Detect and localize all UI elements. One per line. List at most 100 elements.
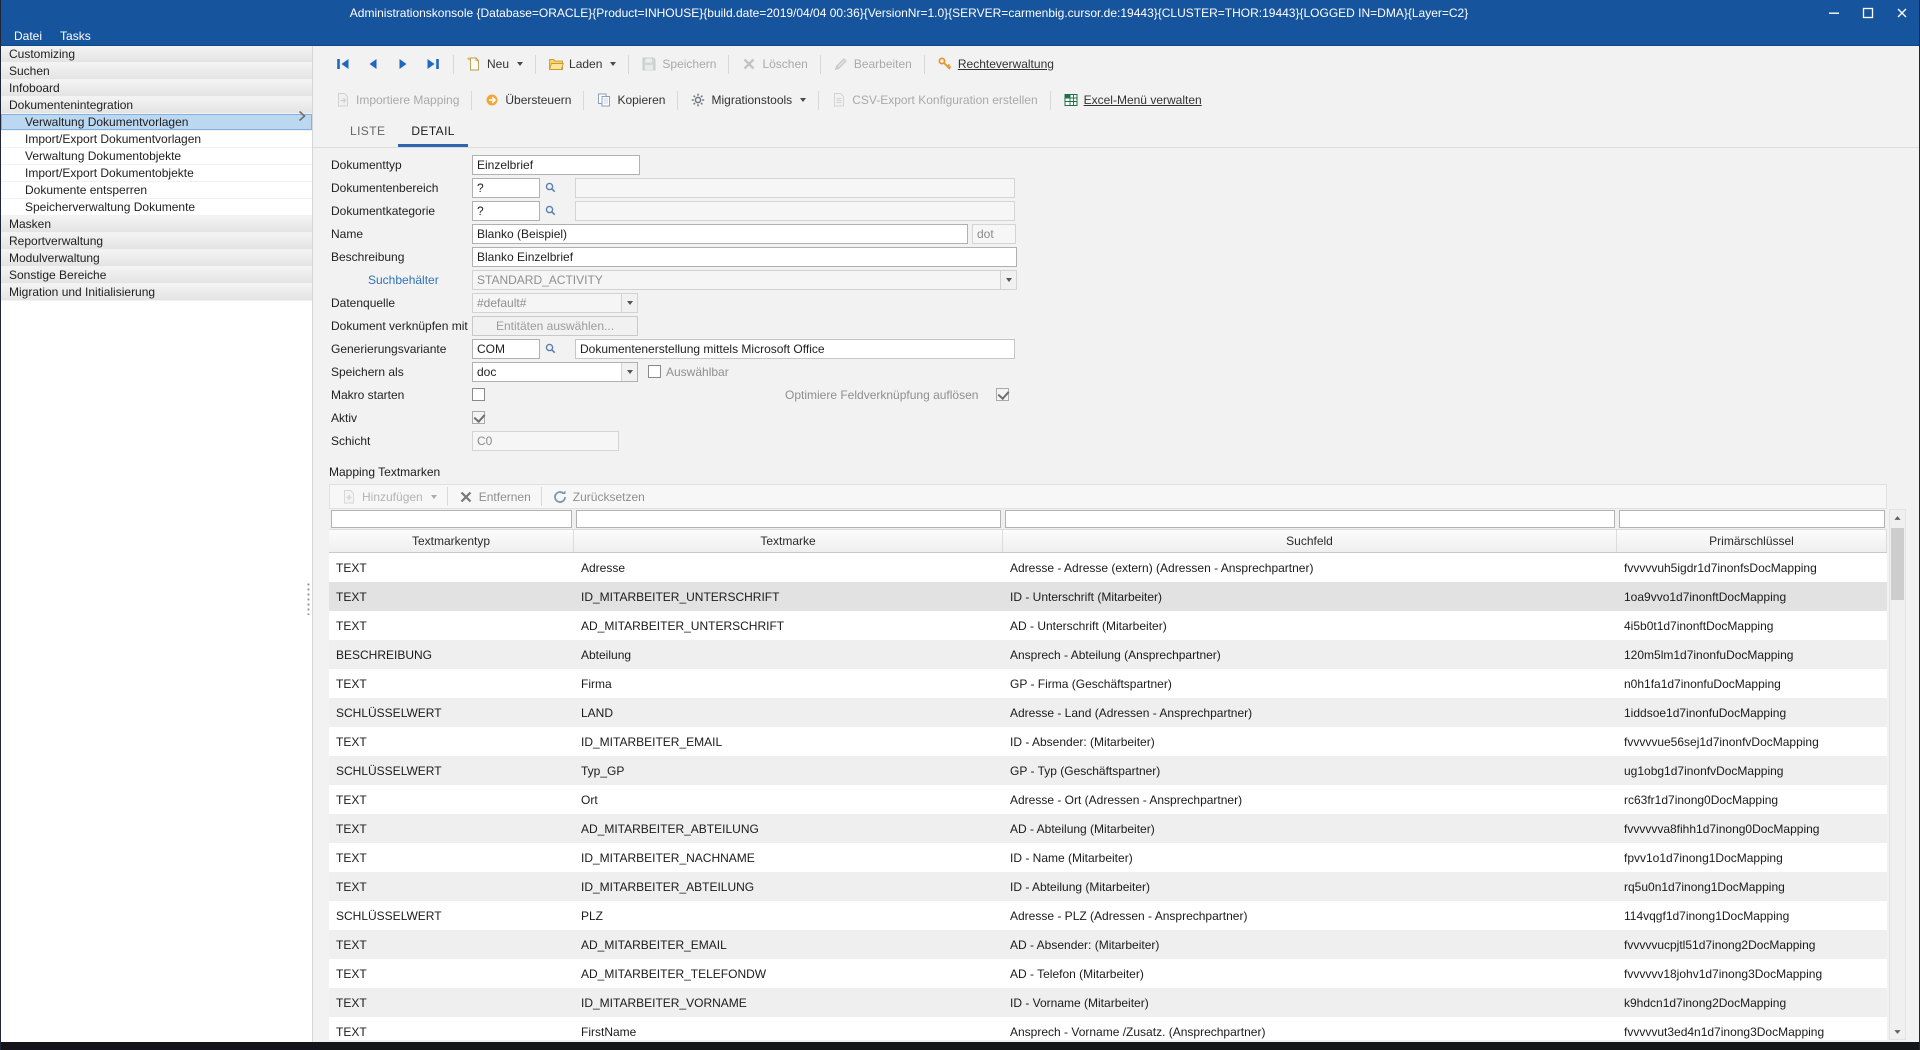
dokumenttyp-input[interactable] xyxy=(472,155,640,175)
sidebar-item-modulverwaltung[interactable]: Modulverwaltung xyxy=(1,250,312,267)
table-row[interactable]: TEXTOrtAdresse - Ort (Adressen - Ansprec… xyxy=(329,785,1887,814)
datenquelle-select[interactable]: #default# xyxy=(472,293,638,313)
scroll-down-button[interactable] xyxy=(1890,1023,1905,1039)
sidebar-item-label: Dokumentenintegration xyxy=(9,98,133,112)
cell-primaerschluessel: fvvvvvue56sej1d7inonfvDocMapping xyxy=(1617,735,1887,749)
chevron-right-icon[interactable] xyxy=(294,108,310,124)
filter-input-textmarke[interactable] xyxy=(576,510,1001,528)
table-row[interactable]: TEXTAdresseAdresse - Adresse (extern) (A… xyxy=(329,553,1887,582)
scroll-up-button[interactable] xyxy=(1890,510,1905,526)
table-row[interactable]: TEXTAD_MITARBEITER_UNTERSCHRIFTAD - Unte… xyxy=(329,611,1887,640)
speichern-als-select[interactable]: doc xyxy=(472,362,638,382)
table-row[interactable]: TEXTAD_MITARBEITER_EMAILAD - Absender: (… xyxy=(329,930,1887,959)
table-row[interactable]: SCHLÜSSELWERTPLZAdresse - PLZ (Adressen … xyxy=(329,901,1887,930)
table-row[interactable]: SCHLÜSSELWERTLANDAdresse - Land (Adresse… xyxy=(329,698,1887,727)
makro-starten-checkbox[interactable] xyxy=(472,388,485,401)
tab-detail[interactable]: DETAIL xyxy=(398,118,468,147)
nav-first-button[interactable] xyxy=(329,53,357,75)
neu-button[interactable]: Neu xyxy=(460,53,529,75)
importiere-mapping-button[interactable]: Importiere Mapping xyxy=(329,89,465,111)
table-row[interactable]: TEXTAD_MITARBEITER_TELEFONDWAD - Telefon… xyxy=(329,959,1887,988)
entitaeten-auswaehlen-button[interactable]: Entitäten auswählen... xyxy=(472,316,638,336)
sidebar-item-customizing[interactable]: Customizing xyxy=(1,46,312,63)
sidebar-item-reportverwaltung[interactable]: Reportverwaltung xyxy=(1,233,312,250)
sidebar-item-sonstige-bereiche[interactable]: Sonstige Bereiche xyxy=(1,267,312,284)
sidebar-item-dokumentenintegration[interactable]: Dokumentenintegration xyxy=(1,97,312,114)
schicht-input[interactable] xyxy=(472,431,619,451)
column-header-primaerschluessel[interactable]: Primärschlüssel xyxy=(1617,530,1887,552)
nav-last-button[interactable] xyxy=(419,53,447,75)
sidebar-item-import-export-dokumentvorlagen[interactable]: Import/Export Dokumentvorlagen xyxy=(1,131,312,148)
dokumentkategorie-lookup-button[interactable] xyxy=(542,202,559,220)
table-row[interactable]: TEXTID_MITARBEITER_VORNAMEID - Vorname (… xyxy=(329,988,1887,1017)
sidebar-item-infoboard[interactable]: Infoboard xyxy=(1,80,312,97)
scrollbar-track[interactable] xyxy=(1890,600,1905,1023)
sidebar-item-migration-und-initialisierung[interactable]: Migration und Initialisierung xyxy=(1,284,312,301)
maximize-button[interactable] xyxy=(1851,0,1885,26)
sidebar-item-verwaltung-dokumentobjekte[interactable]: Verwaltung Dokumentobjekte xyxy=(1,148,312,165)
dokumentkategorie-value-input[interactable] xyxy=(575,201,1015,221)
tab-liste[interactable]: LISTE xyxy=(337,118,398,147)
aktiv-checkbox[interactable] xyxy=(472,411,485,424)
cell-primaerschluessel: fvvvvvv18johv1d7inong3DocMapping xyxy=(1617,967,1887,981)
sidebar-item-import-export-dokumentobjekte[interactable]: Import/Export Dokumentobjekte xyxy=(1,165,312,182)
kopieren-button[interactable]: Kopieren xyxy=(590,89,671,111)
dokumentenbereich-lookup-button[interactable] xyxy=(542,179,559,197)
optimiere-feldverknuepfung-checkbox[interactable] xyxy=(996,388,1009,401)
scrollbar-thumb[interactable] xyxy=(1891,528,1904,600)
zuruecksetzen-button[interactable]: Zurücksetzen xyxy=(546,486,651,508)
sidebar-item-masken[interactable]: Masken xyxy=(1,216,312,233)
table-row[interactable]: SCHLÜSSELWERTTyp_GPGP - Typ (Geschäftspa… xyxy=(329,756,1887,785)
sidebar-item-verwaltung-dokumentvorlagen[interactable]: Verwaltung Dokumentvorlagen xyxy=(1,114,312,131)
filter-input-suchfeld[interactable] xyxy=(1005,510,1615,528)
menu-tasks[interactable]: Tasks xyxy=(51,27,100,45)
table-row[interactable]: BESCHREIBUNGAbteilungAnsprech - Abteilun… xyxy=(329,640,1887,669)
suchbehaelter-link-label[interactable]: Suchbehälter xyxy=(331,273,472,287)
column-header-textmarkentyp[interactable]: Textmarkentyp xyxy=(329,530,574,552)
menu-datei[interactable]: Datei xyxy=(5,27,51,45)
suchbehaelter-select[interactable]: STANDARD_ACTIVITY xyxy=(472,270,1017,290)
migrationstools-button[interactable]: Migrationstools xyxy=(684,89,812,111)
hinzufuegen-button[interactable]: Hinzufügen xyxy=(335,486,443,508)
loeschen-button[interactable]: Löschen xyxy=(735,53,813,75)
sidebar-item-speicherverwaltung-dokumente[interactable]: Speicherverwaltung Dokumente xyxy=(1,199,312,216)
bearbeiten-button[interactable]: Bearbeiten xyxy=(827,53,918,75)
close-button[interactable] xyxy=(1885,0,1919,26)
uebersteuern-button[interactable]: Übersteuern xyxy=(478,89,577,111)
table-row[interactable]: TEXTAD_MITARBEITER_ABTEILUNGAD - Abteilu… xyxy=(329,814,1887,843)
sidebar-item-suchen[interactable]: Suchen xyxy=(1,63,312,80)
filter-input-textmarkentyp[interactable] xyxy=(331,510,572,528)
dokumentenbereich-value-input[interactable] xyxy=(575,178,1015,198)
entfernen-button[interactable]: Entfernen xyxy=(452,486,537,508)
minimize-button[interactable] xyxy=(1817,0,1851,26)
dokumentenbereich-code-input[interactable] xyxy=(472,178,540,198)
table-row[interactable]: TEXTFirstNameAnsprech - Vorname /Zusatz.… xyxy=(329,1017,1887,1040)
cell-primaerschluessel: k9hdcn1d7inong2DocMapping xyxy=(1617,996,1887,1010)
rechteverwaltung-button[interactable]: Rechteverwaltung xyxy=(931,53,1060,75)
column-header-textmarke[interactable]: Textmarke xyxy=(574,530,1003,552)
table-row[interactable]: TEXTFirmaGP - Firma (Geschäftspartner)n0… xyxy=(329,669,1887,698)
dokumentkategorie-code-input[interactable] xyxy=(472,201,540,221)
auswaehlbar-checkbox[interactable] xyxy=(648,365,661,378)
nav-next-button[interactable] xyxy=(389,53,417,75)
table-row[interactable]: TEXTID_MITARBEITER_EMAILID - Absender: (… xyxy=(329,727,1887,756)
excel-menu-verwalten-button[interactable]: Excel-Menü verwalten xyxy=(1057,89,1208,111)
name-input[interactable] xyxy=(472,224,968,244)
csv-export-konfiguration-button[interactable]: CSV-Export Konfiguration erstellen xyxy=(825,89,1043,111)
migrationstools-button-label: Migrationstools xyxy=(711,93,792,107)
splitter-grip[interactable] xyxy=(307,582,310,615)
generierungsvariante-code-input[interactable] xyxy=(472,339,540,359)
laden-button[interactable]: Laden xyxy=(542,53,622,75)
sidebar-item-dokumente-entsperren[interactable]: Dokumente entsperren xyxy=(1,182,312,199)
table-row[interactable]: TEXTID_MITARBEITER_ABTEILUNGID - Abteilu… xyxy=(329,872,1887,901)
vertical-scrollbar[interactable] xyxy=(1889,509,1906,1040)
generierungsvariante-lookup-button[interactable] xyxy=(542,340,559,358)
speichern-button[interactable]: Speichern xyxy=(635,53,722,75)
column-header-suchfeld[interactable]: Suchfeld xyxy=(1003,530,1617,552)
table-row[interactable]: TEXTID_MITARBEITER_UNTERSCHRIFTID - Unte… xyxy=(329,582,1887,611)
filter-input-primaerschluessel[interactable] xyxy=(1619,510,1885,528)
sidebar-item-label: Customizing xyxy=(9,47,75,61)
nav-prev-button[interactable] xyxy=(359,53,387,75)
table-row[interactable]: TEXTID_MITARBEITER_NACHNAMEID - Name (Mi… xyxy=(329,843,1887,872)
beschreibung-input[interactable] xyxy=(472,247,1017,267)
